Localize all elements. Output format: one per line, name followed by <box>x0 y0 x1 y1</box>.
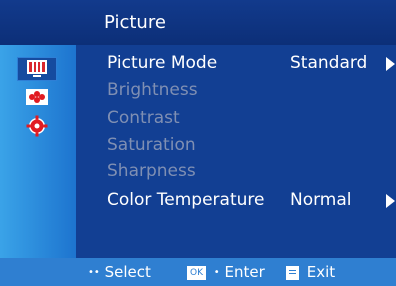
color-temperature-value: Normal <box>290 190 352 210</box>
menu-title: Picture <box>104 12 166 33</box>
menu-item-label: Sharpness <box>107 161 196 181</box>
menu-item-label: Brightness <box>107 80 198 100</box>
select-dots-icon: •• <box>88 267 100 278</box>
menu-item-label: Saturation <box>107 135 196 155</box>
color-temperature-arrow-icon[interactable] <box>386 194 395 208</box>
menu-item-contrast: Contrast <box>107 108 180 128</box>
footer-select-label: Select <box>104 263 151 281</box>
menu-item-brightness: Brightness <box>107 80 198 100</box>
footer-select: •• Select <box>88 263 151 281</box>
menu-item-label: Picture Mode <box>107 53 218 73</box>
picture-mode-value: Standard <box>290 53 368 73</box>
enter-dot-icon: • <box>213 267 220 278</box>
gear-icon[interactable] <box>26 115 48 137</box>
picture-icon[interactable] <box>17 57 57 81</box>
menu-item-picture-mode[interactable]: Picture Mode <box>107 53 217 73</box>
menu-item-label: Contrast <box>107 108 180 128</box>
menu-key-icon <box>286 265 299 280</box>
footer-bar: •• Select OK • Enter Exit <box>0 258 396 286</box>
sidebar <box>0 45 76 258</box>
color-settings-icon[interactable] <box>26 88 48 106</box>
menu-item-color-temperature[interactable]: Color Temperature <box>107 190 264 210</box>
footer-exit: Exit <box>286 263 335 281</box>
ok-key-icon: OK <box>187 265 206 280</box>
picture-mode-arrow-icon[interactable] <box>386 57 395 71</box>
menu-item-label: Color Temperature <box>107 190 265 210</box>
title-bar: Picture <box>0 0 396 45</box>
menu-item-saturation: Saturation <box>107 135 196 155</box>
footer-exit-label: Exit <box>306 263 336 281</box>
menu-item-sharpness: Sharpness <box>107 161 196 181</box>
osd-menu: Picture Picture Mode Standard Brightness… <box>0 0 396 286</box>
footer-enter: OK • Enter <box>187 263 265 281</box>
footer-enter-label: Enter <box>224 263 265 281</box>
menu-panel: Picture Mode Standard Brightness Contras… <box>76 45 396 258</box>
